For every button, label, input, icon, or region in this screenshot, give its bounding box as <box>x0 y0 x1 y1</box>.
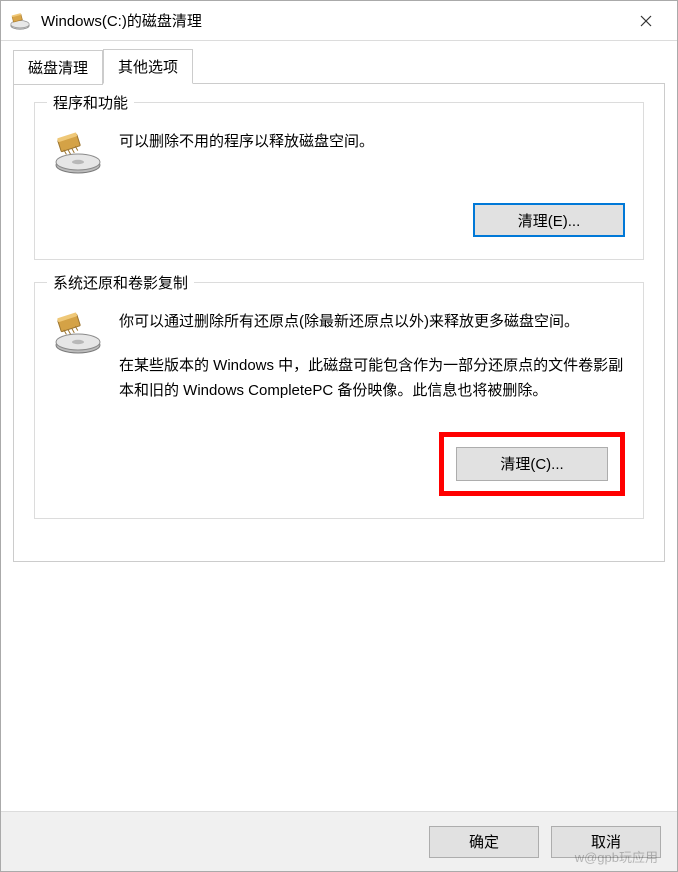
cleanup-programs-button[interactable]: 清理(E)... <box>473 203 625 237</box>
close-icon <box>640 15 652 27</box>
titlebar: Windows(C:)的磁盘清理 <box>1 1 677 41</box>
disk-brush-icon <box>53 309 103 355</box>
ok-button[interactable]: 确定 <box>429 826 539 858</box>
tabs-container: 磁盘清理 其他选项 程序和功能 <box>13 49 665 562</box>
cancel-button[interactable]: 取消 <box>551 826 661 858</box>
restore-paragraph-1: 你可以通过删除所有还原点(除最新还原点以外)来释放更多磁盘空间。 <box>119 309 625 335</box>
tab-disk-cleanup[interactable]: 磁盘清理 <box>13 50 103 85</box>
programs-group: 程序和功能 <box>34 102 644 260</box>
disk-brush-icon <box>53 129 103 175</box>
tab-content: 程序和功能 <box>13 83 665 562</box>
restore-paragraph-2: 在某些版本的 Windows 中，此磁盘可能包含作为一部分还原点的文件卷影副本和… <box>119 353 625 404</box>
restore-group-title: 系统还原和卷影复制 <box>47 272 194 293</box>
cleanup-restore-button[interactable]: 清理(C)... <box>456 447 608 481</box>
dialog-footer: 确定 取消 <box>1 811 677 871</box>
tab-more-options[interactable]: 其他选项 <box>103 49 193 84</box>
highlight-annotation: 清理(C)... <box>439 432 625 496</box>
content-area: 磁盘清理 其他选项 程序和功能 <box>1 41 677 811</box>
restore-description: 你可以通过删除所有还原点(除最新还原点以外)来释放更多磁盘空间。 在某些版本的 … <box>119 309 625 404</box>
disk-cleanup-window: Windows(C:)的磁盘清理 磁盘清理 其他选项 程序和功能 <box>0 0 678 872</box>
disk-cleanup-icon <box>9 10 31 32</box>
programs-description: 可以删除不用的程序以释放磁盘空间。 <box>119 129 625 155</box>
programs-group-title: 程序和功能 <box>47 92 134 113</box>
restore-group: 系统还原和卷影复制 <box>34 282 644 519</box>
tab-row: 磁盘清理 其他选项 <box>13 49 665 84</box>
close-button[interactable] <box>623 6 669 36</box>
window-title: Windows(C:)的磁盘清理 <box>41 10 623 31</box>
